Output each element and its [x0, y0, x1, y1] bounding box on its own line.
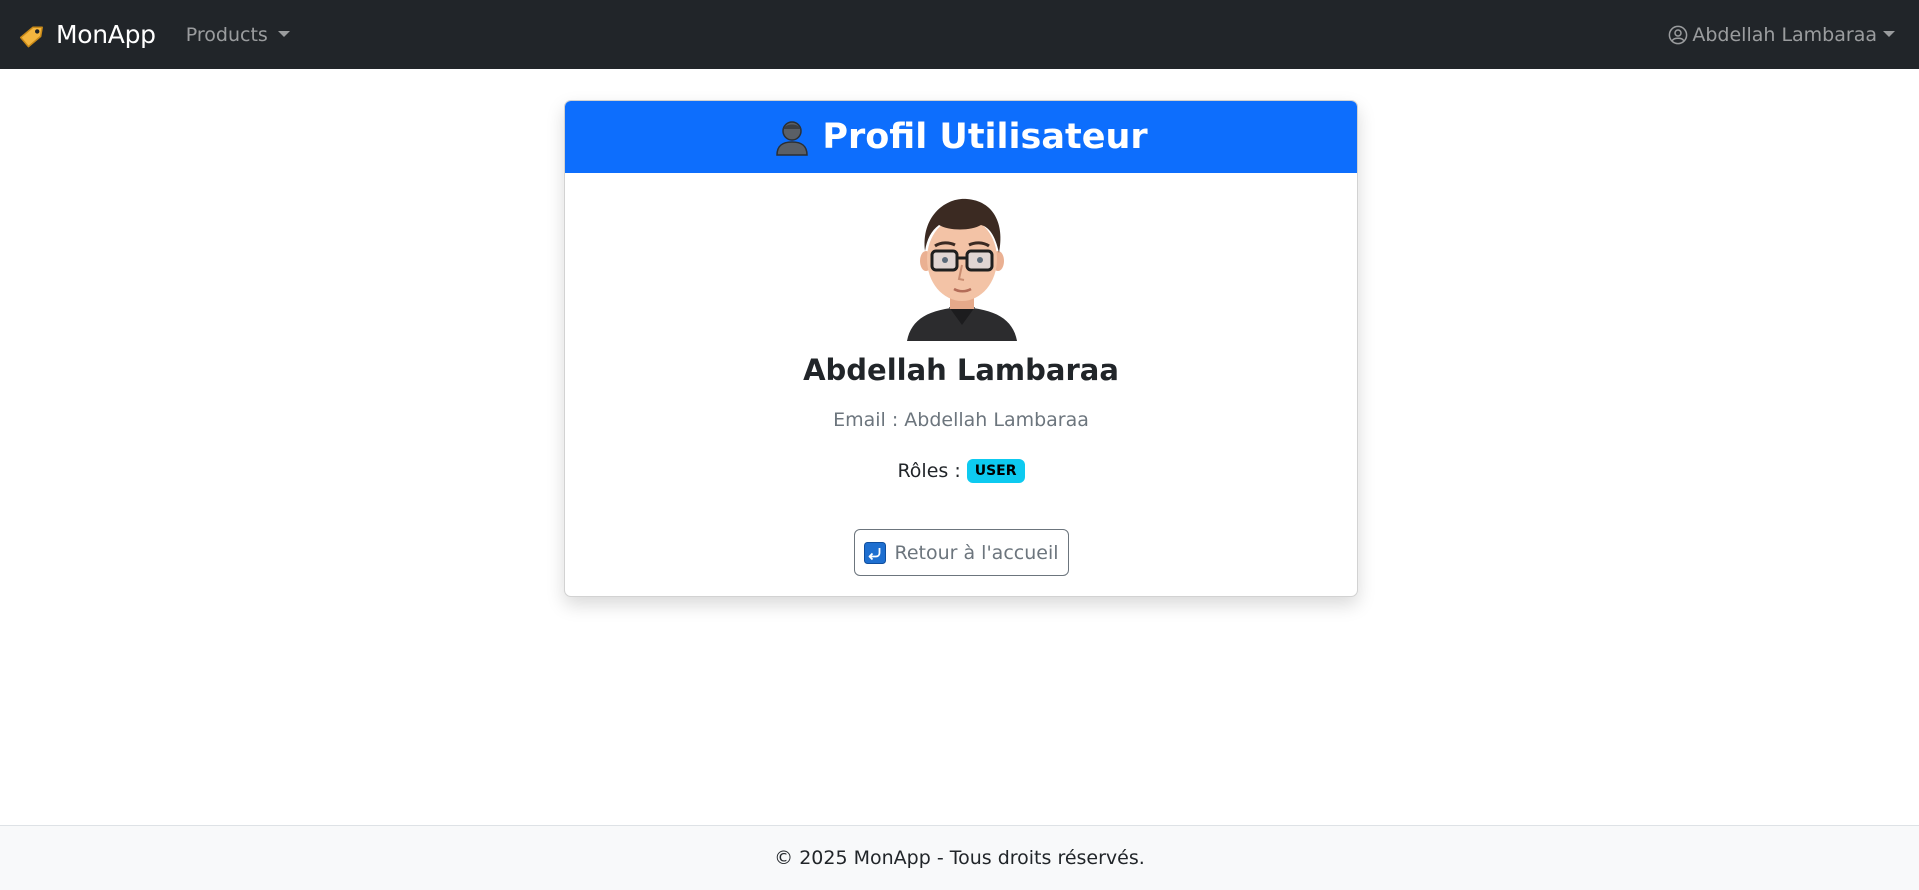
- products-dropdown[interactable]: Products: [186, 24, 290, 46]
- email-line: Email : Abdellah Lambaraa: [833, 409, 1089, 431]
- profile-name: Abdellah Lambaraa: [803, 353, 1119, 387]
- user-dropdown[interactable]: Abdellah Lambaraa: [1668, 0, 1895, 69]
- brand-name: MonApp: [56, 20, 156, 49]
- role-badge: USER: [966, 459, 1025, 483]
- avatar: [905, 191, 1019, 341]
- roles-label: Rôles :: [897, 460, 961, 482]
- card-header: Profil Utilisateur: [565, 101, 1357, 173]
- back-home-button[interactable]: Retour à l'accueil: [854, 529, 1069, 576]
- chevron-down-icon: [277, 30, 290, 37]
- bust-in-silhouette-icon: [774, 118, 810, 156]
- page-footer: © 2025 MonApp - Tous droits réservés.: [0, 825, 1919, 890]
- top-navbar: MonApp Products Abdellah Lambaraa: [0, 0, 1919, 69]
- card-body: Abdellah Lambaraa Email : Abdellah Lamba…: [565, 173, 1357, 596]
- chevron-down-icon: [1883, 30, 1895, 37]
- copyright-text: © 2025 MonApp - Tous droits réservés.: [774, 847, 1145, 869]
- brand-link[interactable]: MonApp: [18, 20, 156, 50]
- profile-card: Profil Utilisateur Abdellah Lambaraa Ema…: [564, 100, 1358, 597]
- user-name-label: Abdellah Lambaraa: [1692, 23, 1877, 46]
- return-arrow-icon: [864, 541, 887, 564]
- products-label: Products: [185, 23, 268, 46]
- price-tag-icon: [18, 20, 48, 50]
- back-home-label: Retour à l'accueil: [894, 541, 1059, 564]
- roles-line: Rôles : USER: [565, 459, 1357, 483]
- card-title: Profil Utilisateur: [822, 117, 1148, 157]
- person-circle-icon: [1668, 25, 1688, 45]
